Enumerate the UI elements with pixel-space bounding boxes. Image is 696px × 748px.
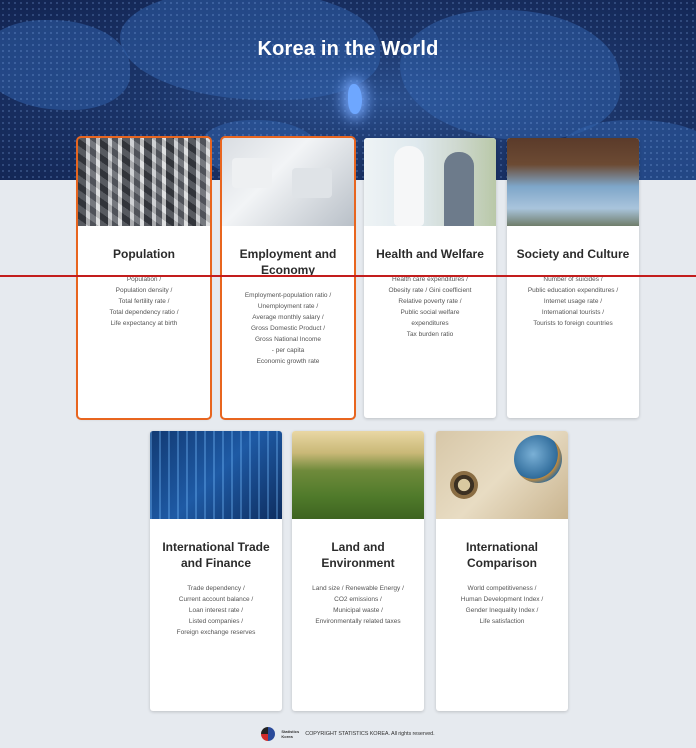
card-society-culture[interactable]: Society and Culture Number of suicides /…: [507, 138, 639, 418]
footer: Statistics Korea COPYRIGHT STATISTICS KO…: [0, 724, 696, 744]
list-item[interactable]: Loan interest rate /: [154, 605, 278, 616]
list-item[interactable]: Life expectancy at birth: [82, 318, 206, 329]
card-title: Society and Culture: [516, 247, 630, 261]
card-items: Population / Population density / Total …: [78, 274, 210, 329]
card-items: Number of suicides / Public education ex…: [507, 274, 639, 329]
list-item[interactable]: Internet usage rate /: [511, 296, 635, 307]
card-international-comparison[interactable]: International Comparison World competiti…: [436, 431, 568, 711]
list-item[interactable]: Human Development Index /: [440, 594, 564, 605]
list-item[interactable]: Gender Inequality Index /: [440, 605, 564, 616]
employment-image: [222, 138, 354, 226]
list-item[interactable]: Gross National Income: [226, 334, 350, 345]
list-item[interactable]: Foreign exchange reserves: [154, 627, 278, 638]
card-title: Population: [113, 247, 175, 261]
list-item[interactable]: Public social welfare: [368, 307, 492, 318]
society-image: [507, 138, 639, 226]
card-health-welfare[interactable]: Health and Welfare Health care expenditu…: [364, 138, 496, 418]
card-items: Trade dependency / Current account balan…: [150, 583, 282, 638]
health-image: [364, 138, 496, 226]
list-item[interactable]: Tourists to foreign countries: [511, 318, 635, 329]
card-land-environment[interactable]: Land and Environment Land size / Renewab…: [292, 431, 424, 711]
list-item[interactable]: Land size / Renewable Energy /: [296, 583, 420, 594]
list-item[interactable]: expenditures: [368, 318, 492, 329]
statistics-korea-logo-icon: [261, 727, 276, 741]
page-title: Korea in the World: [257, 38, 439, 60]
card-items: World competitiveness / Human Developmen…: [436, 583, 568, 627]
list-item[interactable]: Average monthly salary /: [226, 312, 350, 323]
list-item[interactable]: Obesity rate / Gini coefficient: [368, 285, 492, 296]
list-item[interactable]: Environmentally related taxes: [296, 616, 420, 627]
list-item[interactable]: Listed companies /: [154, 616, 278, 627]
card-title: Health and Welfare: [376, 247, 484, 261]
card-international-trade-finance[interactable]: International Trade and Finance Trade de…: [150, 431, 282, 711]
card-items: Land size / Renewable Energy / CO2 emiss…: [292, 583, 424, 627]
list-item[interactable]: Life satisfaction: [440, 616, 564, 627]
copyright-text: COPYRIGHT STATISTICS KOREA. All rights r…: [305, 731, 435, 737]
card-items: Health care expenditures / Obesity rate …: [364, 274, 496, 340]
logo-text: Statistics Korea: [281, 729, 300, 739]
list-item[interactable]: Total dependency ratio /: [82, 307, 206, 318]
list-item[interactable]: International tourists /: [511, 307, 635, 318]
korea-highlight: [348, 84, 362, 114]
list-item[interactable]: World competitiveness /: [440, 583, 564, 594]
list-item[interactable]: Public education expenditures /: [511, 285, 635, 296]
card-items: Employment-population ratio / Unemployme…: [222, 290, 354, 367]
list-item[interactable]: Total fertility rate /: [82, 296, 206, 307]
list-item[interactable]: Trade dependency /: [154, 583, 278, 594]
list-item[interactable]: Tax burden ratio: [368, 329, 492, 340]
list-item[interactable]: - per capita: [226, 345, 350, 356]
card-title: Employment and Economy: [239, 247, 337, 277]
card-title: International Trade and Finance: [162, 540, 270, 570]
list-item[interactable]: Municipal waste /: [296, 605, 420, 616]
list-item[interactable]: Gross Domestic Product /: [226, 323, 350, 334]
card-population[interactable]: Population Population / Population densi…: [76, 136, 212, 420]
list-item[interactable]: Current account balance /: [154, 594, 278, 605]
list-item[interactable]: Unemployment rate /: [226, 301, 350, 312]
population-image: [78, 138, 210, 226]
list-item[interactable]: CO2 emissions /: [296, 594, 420, 605]
list-item[interactable]: Relative poverty rate /: [368, 296, 492, 307]
land-image: [292, 431, 424, 519]
list-item[interactable]: Population density /: [82, 285, 206, 296]
list-item[interactable]: Employment-population ratio /: [226, 290, 350, 301]
card-employment-economy[interactable]: Employment and Economy Employment-popula…: [220, 136, 356, 420]
trade-image: [150, 431, 282, 519]
card-title: International Comparison: [465, 540, 538, 570]
divider-line: [0, 275, 696, 277]
card-title: Land and Environment: [321, 540, 395, 570]
list-item[interactable]: Economic growth rate: [226, 356, 350, 367]
comparison-image: [436, 431, 568, 519]
